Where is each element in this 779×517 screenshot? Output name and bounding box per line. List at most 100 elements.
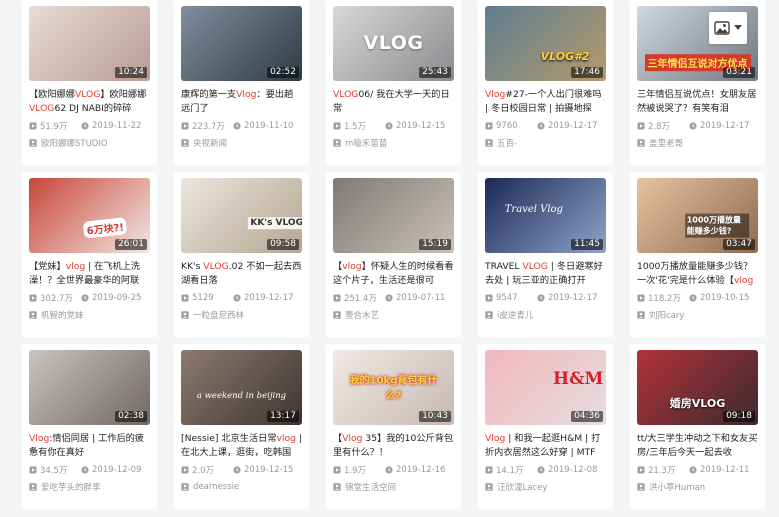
video-meta: 34.5万 2019-12-09 xyxy=(29,464,150,476)
video-meta: 2.0万 2019-12-15 xyxy=(181,464,302,476)
video-title[interactable]: 康辉的第一支Vlog：要出趟远门了 xyxy=(181,88,302,116)
uploader[interactable]: i皮逆青儿 xyxy=(485,309,606,321)
clock-icon xyxy=(385,294,393,302)
user-icon xyxy=(29,311,37,319)
video-title[interactable]: Vlog | 和我一起逛H&M | 打折内衣居然这么好穿 | MTF xyxy=(485,432,606,460)
play-count-icon xyxy=(181,122,189,130)
clock-icon xyxy=(689,466,697,474)
video-card[interactable]: KK's VLOG 09:58 KK's VLOG.02 不如一起去西湖看日落 512… xyxy=(174,172,309,337)
uploader[interactable]: 央视新闻 xyxy=(181,137,302,149)
view-count: 34.5万 xyxy=(29,464,77,476)
video-thumbnail[interactable]: KK's VLOG 09:58 xyxy=(181,178,302,253)
video-thumbnail[interactable]: 婚房VLOG 09:18 xyxy=(637,350,758,425)
video-thumbnail[interactable]: 02:38 xyxy=(29,350,150,425)
uploader[interactable]: 爱吃芋头的胖李 xyxy=(29,481,150,493)
upload-date-text: 2019-09-25 xyxy=(92,293,142,303)
video-card[interactable]: 我的10kg背包有什么? 10:43 【Vlog 35】我的10公斤背包里有什么？！… xyxy=(326,344,461,509)
upload-date-text: 2019-12-15 xyxy=(244,465,294,475)
video-title[interactable]: 1000万播放量能赚多少钱？一次'花'完是什么体验【vlog xyxy=(637,260,758,288)
keyword-highlight: vlog xyxy=(342,261,362,272)
video-thumbnail[interactable]: H&M 04:36 xyxy=(485,350,606,425)
upload-date: 2019-12-08 xyxy=(537,465,597,475)
keyword-highlight: Vlog xyxy=(485,433,506,444)
video-title[interactable]: tt/大三学生冲动之下和女友买房/三年后今天一起去收 xyxy=(637,432,758,460)
video-card[interactable]: H&M 04:36 Vlog | 和我一起逛H&M | 打折内衣居然这么好穿 | M… xyxy=(478,344,613,509)
video-card[interactable]: 婚房VLOG 09:18 tt/大三学生冲动之下和女友买房/三年后今天一起去收 21.… xyxy=(630,344,765,509)
duration-badge: 17:46 xyxy=(571,67,603,78)
video-card[interactable]: 15:19 【vlog】怀疑人生的时候看看这个片子，生活还是很可 251.4万 201… xyxy=(326,172,461,337)
video-title[interactable]: VLOG06/ 我在大学一天的日常 xyxy=(333,88,454,116)
video-card[interactable]: 6万块?! 26:01 【党妹】vlog | 在飞机上洗澡！？全世界最豪华的阿联 30… xyxy=(22,172,157,337)
clock-icon xyxy=(81,294,89,302)
video-thumbnail[interactable]: 6万块?! 26:01 xyxy=(29,178,150,253)
upload-date-text: 2019-12-17 xyxy=(548,293,598,303)
video-thumbnail[interactable]: 1000万播放量能赚多少钱? 03:47 xyxy=(637,178,758,253)
uploader[interactable]: 机智的党妹 xyxy=(29,309,150,321)
video-title[interactable]: [Nessie] 北京生活日常vlog | 在北大上课，逛街，吃韩国 xyxy=(181,432,302,460)
video-title[interactable]: Vlog:情侣同居 | 工作后的疲惫有你在真好 xyxy=(29,432,150,460)
video-title[interactable]: KK's VLOG.02 不如一起去西湖看日落 xyxy=(181,260,302,288)
video-grid: 10:24 【欧阳娜娜VLOG】欧阳娜娜VLOG62 DJ NABI的碎碎 51.9… xyxy=(22,0,765,509)
uploader[interactable]: 汪欣潼Lacey xyxy=(485,481,606,493)
upload-date: 2019-10-15 xyxy=(689,293,749,303)
video-title[interactable]: 三年情侣互说优点！女朋友居然被说哭了？有笑有泪 xyxy=(637,88,758,116)
keyword-highlight: VLOG xyxy=(522,261,548,272)
video-card[interactable]: a weekend in beijing 13:17 [Nessie] 北京生活日常… xyxy=(174,344,309,509)
video-card[interactable]: 02:38 Vlog:情侣同居 | 工作后的疲惫有你在真好 34.5万 2019-12… xyxy=(22,344,157,509)
upload-date-text: 2019-12-17 xyxy=(700,121,750,131)
uploader[interactable]: m噫禾苗苗 xyxy=(333,137,454,149)
duration-badge: 09:58 xyxy=(267,239,299,250)
video-thumbnail[interactable]: Travel Vlog 11:45 xyxy=(485,178,606,253)
video-card[interactable]: Travel Vlog 11:45 TRAVEL VLOG | 冬日避寒好去处 | … xyxy=(478,172,613,337)
upload-date: 2019-12-09 xyxy=(81,465,141,475)
video-thumbnail[interactable]: 我的10kg背包有什么? 10:43 xyxy=(333,350,454,425)
video-card[interactable]: VLOG 25:43 VLOG06/ 我在大学一天的日常 1.5万 2019-12-15… xyxy=(326,0,461,165)
upload-date-text: 2019-12-09 xyxy=(92,465,142,475)
keyword-highlight: Vlog xyxy=(236,89,257,100)
upload-date: 2019-11-22 xyxy=(81,121,141,131)
video-title[interactable]: TRAVEL VLOG | 冬日避寒好去处 | 玩三亚的正确打开 xyxy=(485,260,606,288)
chevron-down-icon xyxy=(734,25,742,30)
duration-badge: 03:21 xyxy=(723,67,755,78)
user-icon xyxy=(181,483,189,491)
duration-badge: 15:19 xyxy=(419,239,451,250)
video-thumbnail[interactable]: VLOG#2 17:46 xyxy=(485,6,606,81)
video-thumbnail[interactable]: 10:24 xyxy=(29,6,150,81)
uploader-name: 锦堂生活空间 xyxy=(345,483,397,493)
video-thumbnail[interactable]: a weekend in beijing 13:17 xyxy=(181,350,302,425)
uploader[interactable]: 刘阳cary xyxy=(637,309,758,321)
video-title[interactable]: Vlog#27-一个人出门很难吗 | 冬日校园日常 | 拍摄地探 xyxy=(485,88,606,116)
video-title[interactable]: 【党妹】vlog | 在飞机上洗澡！？全世界最豪华的阿联 xyxy=(29,260,150,288)
play-count-icon xyxy=(637,466,645,474)
video-meta: 1.5万 2019-12-15 xyxy=(333,120,454,132)
uploader[interactable]: 盖里老哥 xyxy=(637,137,758,149)
uploader[interactable]: 欧阳娜娜STUDIO xyxy=(29,137,150,149)
video-thumbnail[interactable]: 15:19 xyxy=(333,178,454,253)
play-count-icon xyxy=(181,294,189,302)
uploader[interactable]: 壹合木艺 xyxy=(333,309,454,321)
view-count-text: 223.7万 xyxy=(192,122,225,132)
video-meta: 223.7万 2019-11-10 xyxy=(181,120,302,132)
video-card[interactable]: 1000万播放量能赚多少钱? 03:47 1000万播放量能赚多少钱？一次'花'完是… xyxy=(630,172,765,337)
upload-date-text: 2019-10-15 xyxy=(700,293,750,303)
image-viewer-button[interactable] xyxy=(709,12,747,44)
clock-icon xyxy=(537,294,545,302)
video-card[interactable]: 10:24 【欧阳娜娜VLOG】欧阳娜娜VLOG62 DJ NABI的碎碎 51.9… xyxy=(22,0,157,165)
keyword-highlight: VLOG xyxy=(74,89,101,100)
uploader[interactable]: dearnessie xyxy=(181,481,302,493)
video-thumbnail[interactable]: VLOG 25:43 xyxy=(333,6,454,81)
video-thumbnail[interactable]: 02:52 xyxy=(181,6,302,81)
uploader[interactable]: 一粒盘尼西林 xyxy=(181,309,302,321)
view-count: 302.7万 xyxy=(29,292,77,304)
uploader[interactable]: 五百- xyxy=(485,137,606,149)
uploader[interactable]: 锦堂生活空间 xyxy=(333,481,454,493)
video-card[interactable]: 02:52 康辉的第一支Vlog：要出趟远门了 223.7万 2019-11-10 央视… xyxy=(174,0,309,165)
video-title[interactable]: 【欧阳娜娜VLOG】欧阳娜娜VLOG62 DJ NABI的碎碎 xyxy=(29,88,150,116)
user-icon xyxy=(637,483,645,491)
uploader[interactable]: 洪小葶Human xyxy=(637,481,758,493)
view-count-text: 21.3万 xyxy=(648,466,676,476)
video-card[interactable]: VLOG#2 17:46 Vlog#27-一个人出门很难吗 | 冬日校园日常 | 拍… xyxy=(478,0,613,165)
video-title[interactable]: 【vlog】怀疑人生的时候看看这个片子，生活还是很可 xyxy=(333,260,454,288)
clock-icon xyxy=(233,466,241,474)
video-title[interactable]: 【Vlog 35】我的10公斤背包里有什么？！ xyxy=(333,432,454,460)
